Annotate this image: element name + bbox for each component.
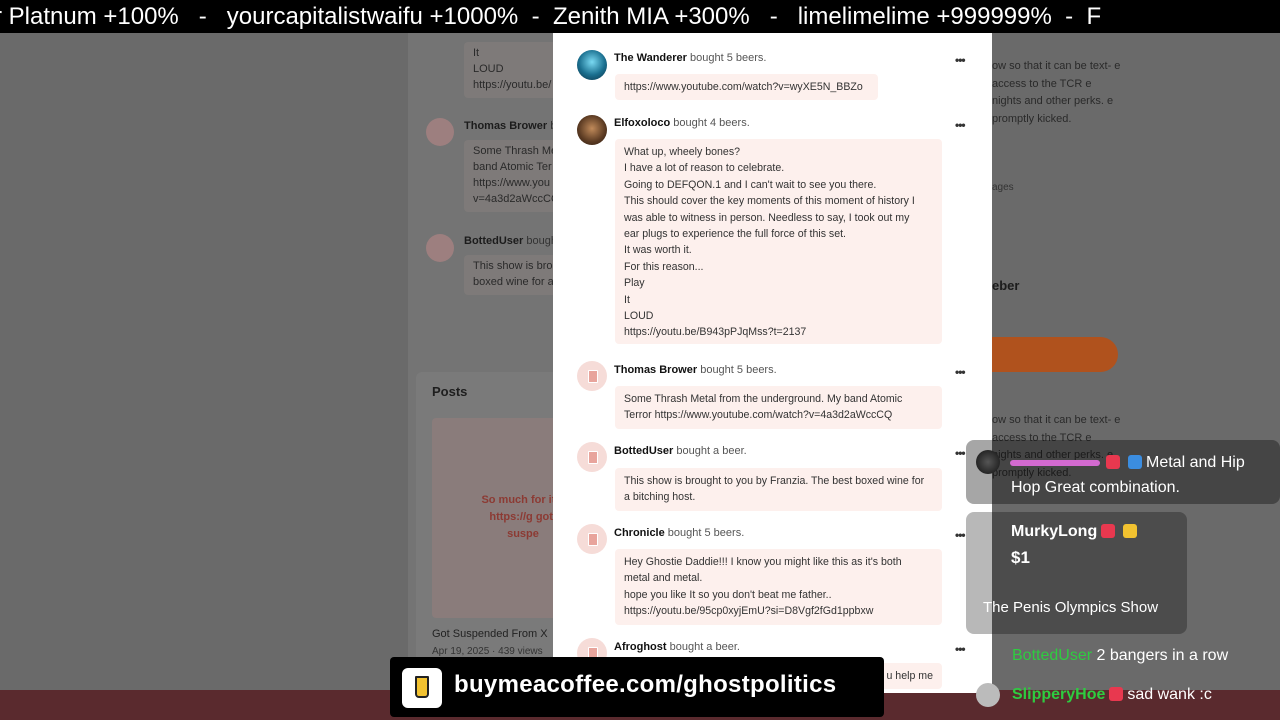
- more-options-icon[interactable]: •••: [955, 642, 966, 656]
- gift-badge-icon: [1123, 524, 1138, 538]
- bg-right-small: ages: [992, 182, 1014, 193]
- chat-donation-card: MurkyLong $1 The Penis Olympics Show: [966, 512, 1187, 634]
- message-line: What up, wheely bones?: [624, 146, 741, 158]
- supporter-message: What up, wheely bones? I have a lot of r…: [615, 139, 942, 344]
- more-options-icon[interactable]: •••: [955, 528, 966, 542]
- supporter-header: Elfoxoloco bought 4 beers.: [614, 117, 750, 129]
- message-line: I have a lot of reason to celebrate.: [624, 162, 785, 175]
- chat-avatar: [976, 450, 1000, 474]
- chat-message: SlipperyHoe sad wank :c: [1012, 686, 1212, 703]
- donation-amount: $1: [1011, 548, 1030, 567]
- message-line: metal and metal.: [624, 572, 703, 585]
- supporter-header: The Wanderer bought 5 beers.: [614, 52, 766, 64]
- supporter-message: https://www.youtube.com/watch?v=wyXE5N_B…: [615, 74, 878, 101]
- bg-avatar: [426, 118, 454, 146]
- bg-posts-title: Posts: [432, 384, 468, 399]
- message-line: This should cover the key moments of thi…: [624, 195, 915, 208]
- message-line: It: [624, 293, 630, 306]
- avatar[interactable]: [577, 50, 607, 80]
- message-line: Play: [624, 277, 645, 290]
- supporter-name[interactable]: Thomas Brower: [614, 364, 697, 376]
- bg-right-text: ow so that it can be text- e access to t…: [992, 60, 1121, 125]
- message-line: Some Thrash Metal from the underground. …: [624, 393, 903, 405]
- chat-avatar: [976, 683, 1000, 707]
- more-options-icon[interactable]: •••: [955, 365, 966, 379]
- bg-commenter-name: BottedUser bough: [464, 235, 557, 247]
- avatar[interactable]: [577, 361, 607, 391]
- supporter-name[interactable]: Elfoxoloco: [614, 117, 670, 129]
- avatar[interactable]: [577, 442, 607, 472]
- donation-message: The Penis Olympics Show: [983, 599, 1159, 616]
- supporter-name[interactable]: Chronicle: [614, 527, 665, 539]
- sub-badge-icon: [1128, 455, 1142, 469]
- message-link[interactable]: https://youtu.be/B943pPJqMss?t=2137: [624, 324, 933, 340]
- more-options-icon[interactable]: •••: [955, 446, 966, 460]
- message-line: a bitching host.: [624, 491, 696, 504]
- supporter-header: Afroghost bought a beer.: [614, 641, 740, 653]
- bg-commenter-name: Thomas Brower bo: [464, 120, 562, 132]
- bg-post-title: Got Suspended From X: [432, 628, 548, 640]
- message-line: Hey Ghostie Daddie!!! I know you might l…: [624, 556, 902, 568]
- chat-username-bar: [1010, 460, 1100, 466]
- bg-comment-text: It LOUD https://youtu.be/: [473, 47, 552, 91]
- bg-post-meta: Apr 19, 2025 · 439 views: [432, 646, 543, 657]
- bg-support-button: [992, 337, 1118, 372]
- bg-avatar: [426, 234, 454, 262]
- supporter-name[interactable]: BottedUser: [614, 445, 673, 457]
- moderator-badge-icon: [1106, 455, 1120, 469]
- moderator-badge-icon: [1109, 687, 1124, 701]
- bg-comment-text: Some Thrash Me band Atomic Ter https://w…: [473, 145, 560, 205]
- supporter-header: Chronicle bought 5 beers.: [614, 527, 744, 539]
- banner-url: buymeacoffee.com/ghostpolitics: [454, 671, 837, 698]
- message-line: This show is brought to you by Franzia. …: [624, 475, 925, 487]
- chat-username: MurkyLong: [1011, 523, 1141, 541]
- supporter-action: bought a beer.: [676, 445, 747, 457]
- message-line: hope you like It so you don't beat me fa…: [624, 588, 832, 601]
- more-options-icon[interactable]: •••: [955, 53, 966, 67]
- chat-message-text: Metal and Hip: [1102, 454, 1245, 472]
- message-line: Going to DEFQON.1 and I can't wait to se…: [624, 178, 877, 191]
- ticker-text: r Platnum +100% - yourcapitalistwaifu +1…: [0, 3, 1102, 30]
- supporter-action: bought 5 beers.: [700, 364, 777, 376]
- coffee-logo-icon: [402, 668, 442, 708]
- chat-message-card: Metal and Hip Hop Great combination.: [966, 440, 1280, 504]
- message-link[interactable]: https://youtu.be/95cp0xyjEmU?si=D8Vgf2fG…: [624, 603, 933, 619]
- coffee-cup-icon: [415, 676, 429, 698]
- supporters-modal[interactable]: The Wanderer bought 5 beers. ••• https:/…: [553, 33, 992, 693]
- message-line[interactable]: https://www.youtube.com/watch?v=wyXE5N_B…: [624, 79, 869, 95]
- supporter-action: bought 4 beers.: [673, 117, 750, 129]
- supporter-name[interactable]: The Wanderer: [614, 52, 687, 64]
- more-options-icon[interactable]: •••: [955, 118, 966, 132]
- supporter-message: This show is brought to you by Franzia. …: [615, 468, 942, 511]
- supporter-action: bought 5 beers.: [690, 52, 767, 64]
- avatar[interactable]: [577, 524, 607, 554]
- supporter-header: Thomas Brower bought 5 beers.: [614, 364, 777, 376]
- bg-right-name: eber: [992, 278, 1020, 293]
- message-line: ear plugs to experience the full force o…: [624, 228, 847, 241]
- bg-comment-text: This show is brou boxed wine for a: [473, 260, 559, 288]
- message-line: It was worth it.: [624, 244, 692, 257]
- chat-message-text: Hop Great combination.: [1011, 479, 1180, 496]
- chat-message: BottedUser 2 bangers in a row: [1012, 647, 1229, 664]
- supporter-header: BottedUser bought a beer.: [614, 445, 747, 457]
- supporter-action: bought 5 beers.: [667, 527, 745, 539]
- message-line: For this reason...: [624, 260, 704, 273]
- message-line: LOUD: [624, 310, 654, 323]
- message-line[interactable]: Terror https://www.youtube.com/watch?v=4…: [624, 407, 933, 423]
- moderator-badge-icon: [1101, 524, 1116, 538]
- supporter-message: Some Thrash Metal from the underground. …: [615, 386, 942, 429]
- avatar[interactable]: [577, 115, 607, 145]
- message-line: was able to witness in person. Needless …: [624, 211, 910, 224]
- stream-ticker: r Platnum +100% - yourcapitalistwaifu +1…: [0, 0, 1280, 33]
- supporter-name[interactable]: Afroghost: [614, 641, 667, 653]
- supporter-message: Hey Ghostie Daddie!!! I know you might l…: [615, 549, 942, 625]
- supporter-action: bought a beer.: [669, 641, 740, 653]
- coffee-banner: buymeacoffee.com/ghostpolitics: [390, 657, 884, 717]
